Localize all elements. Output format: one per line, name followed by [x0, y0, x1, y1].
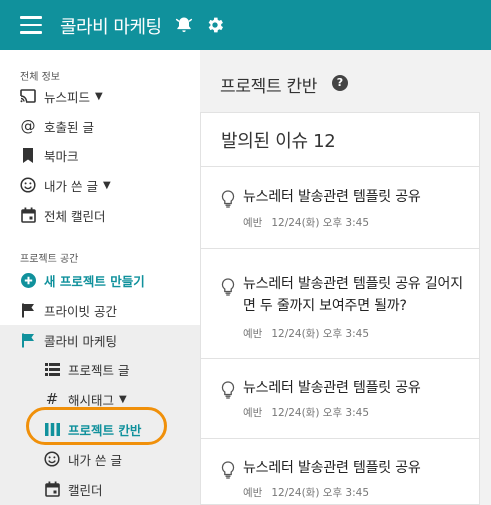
sidebar-item-label: 내가 쓴 글 — [68, 452, 122, 468]
bookmark-icon — [20, 147, 36, 163]
cast-icon — [20, 88, 36, 104]
sidebar-item-label: 호출된 글 — [44, 119, 94, 135]
sidebar-item-my-posts[interactable]: 내가 쓴 글 ▼ — [20, 174, 111, 196]
list-icon — [44, 361, 60, 377]
sidebar-item-label: 프로젝트 칸반 — [68, 422, 142, 438]
chevron-down-icon[interactable]: ▼ — [103, 180, 111, 191]
flag-icon — [20, 302, 36, 318]
bell-icon[interactable] — [174, 15, 194, 35]
hamburger-icon[interactable] — [20, 16, 42, 34]
kanban-card[interactable]: 뉴스레터 발송관련 템플릿 공유 예반 12/24(화) 오후 3:45 — [201, 168, 479, 249]
sidebar-item-newsfeed[interactable]: 뉴스피드 ▼ — [20, 85, 103, 107]
kanban-card-meta: 예반 12/24(화) 오후 3:45 — [243, 326, 369, 341]
lightbulb-icon — [221, 381, 235, 399]
kanban-columns-icon — [44, 421, 60, 437]
gear-icon[interactable] — [205, 15, 225, 35]
sidebar-item-label: 프라이빗 공간 — [44, 303, 117, 319]
kanban-card-title: 뉴스레터 발송관련 템플릿 공유 — [243, 380, 421, 396]
kanban-card[interactable]: 뉴스레터 발송관련 템플릿 공유 길어지면 두 줄까지 보여주면 될까? 예반 1… — [201, 249, 479, 359]
help-icon[interactable]: ? — [332, 75, 348, 91]
page-title: 프로젝트 칸반 — [220, 77, 318, 97]
plus-circle-icon — [20, 272, 36, 288]
card-author: 예반 — [243, 328, 263, 340]
new-project-button[interactable]: 새 프로젝트 만들기 — [20, 269, 145, 291]
card-author: 예반 — [243, 217, 263, 229]
chevron-down-icon[interactable]: ▼ — [95, 91, 103, 102]
new-project-label: 새 프로젝트 만들기 — [44, 273, 145, 289]
sidebar-item-project[interactable]: 콜라비 마케팅 — [20, 329, 117, 351]
kanban-card-title: 뉴스레터 발송관련 템플릿 공유 — [243, 460, 421, 476]
sidebar-item-private-space[interactable]: 프라이빗 공간 — [20, 299, 117, 321]
kanban-card-meta: 예반 12/24(화) 오후 3:45 — [243, 215, 369, 230]
lightbulb-icon — [221, 190, 235, 208]
kanban-column-header: 발의된 이슈 12 — [201, 113, 479, 167]
at-icon: @ — [20, 117, 36, 135]
sidebar: 전체 정보 뉴스피드 ▼ @ 호출된 글 북마크 내가 쓴 글 ▼ 전체 캘린더… — [0, 50, 200, 505]
sidebar-subitem-my-posts[interactable]: 내가 쓴 글 — [44, 448, 122, 470]
kanban-card-meta: 예반 12/24(화) 오후 3:45 — [243, 405, 369, 420]
kanban-card-title: 뉴스레터 발송관련 템플릿 공유 — [243, 189, 421, 205]
sidebar-item-label: 프로젝트 글 — [68, 362, 130, 378]
sidebar-item-label: 내가 쓴 글 — [44, 178, 98, 194]
sidebar-item-label: 전체 캘린더 — [44, 208, 106, 224]
card-date: 12/24(화) 오후 3:45 — [271, 487, 370, 499]
section-label-all: 전체 정보 — [20, 72, 60, 83]
sidebar-subitem-hashtags[interactable]: # 해시태그 ▼ — [44, 388, 127, 410]
sidebar-item-label: 북마크 — [44, 148, 79, 164]
card-date: 12/24(화) 오후 3:45 — [271, 328, 370, 340]
sidebar-subitem-calendar[interactable]: 캘린더 — [44, 478, 103, 500]
sidebar-subitem-kanban[interactable]: 프로젝트 칸반 — [44, 418, 141, 440]
card-date: 12/24(화) 오후 3:45 — [271, 217, 370, 229]
kanban-card-title: 뉴스레터 발송관련 템플릿 공유 길어지면 두 줄까지 보여주면 될까? — [243, 276, 463, 314]
app-header: 콜라비 마케팅 — [0, 0, 491, 50]
kanban-card-meta: 예반 12/24(화) 오후 3:45 — [243, 485, 369, 500]
main-content: 프로젝트 칸반 ? 발의된 이슈 12 뉴스레터 발송관련 템플릿 공유 예반 1… — [200, 50, 491, 505]
sidebar-item-label: 캘린더 — [68, 482, 103, 498]
smiley-icon — [20, 177, 36, 193]
kanban-column-title: 발의된 이슈 12 — [221, 131, 336, 152]
calendar-icon — [20, 207, 36, 223]
chevron-down-icon[interactable]: ▼ — [119, 394, 127, 405]
hashtag-icon: # — [45, 390, 59, 408]
smiley-icon — [44, 451, 60, 467]
section-label-projects: 프로젝트 공간 — [20, 254, 79, 265]
card-author: 예반 — [243, 487, 263, 499]
calendar-icon — [44, 481, 60, 497]
kanban-card[interactable]: 뉴스레터 발송관련 템플릿 공유 예반 12/24(화) 오후 3:45 — [201, 359, 479, 439]
lightbulb-icon — [221, 461, 235, 479]
sidebar-item-label: 뉴스피드 — [44, 89, 91, 105]
sidebar-item-mentions[interactable]: @ 호출된 글 — [20, 115, 94, 137]
sidebar-item-bookmarks[interactable]: 북마크 — [20, 144, 79, 166]
app-title: 콜라비 마케팅 — [60, 17, 162, 38]
card-date: 12/24(화) 오후 3:45 — [271, 407, 370, 419]
lightbulb-icon — [221, 278, 235, 296]
sidebar-subitem-project-posts[interactable]: 프로젝트 글 — [44, 358, 129, 380]
kanban-card[interactable]: 뉴스레터 발송관련 템플릿 공유 예반 12/24(화) 오후 3:45 — [201, 439, 479, 505]
sidebar-item-label: 해시태그 — [68, 392, 115, 408]
kanban-column: 발의된 이슈 12 뉴스레터 발송관련 템플릿 공유 예반 12/24(화) 오후… — [200, 112, 480, 505]
sidebar-item-label: 콜라비 마케팅 — [44, 333, 117, 349]
flag-icon — [20, 332, 36, 348]
card-author: 예반 — [243, 407, 263, 419]
sidebar-item-all-calendar[interactable]: 전체 캘린더 — [20, 204, 105, 226]
